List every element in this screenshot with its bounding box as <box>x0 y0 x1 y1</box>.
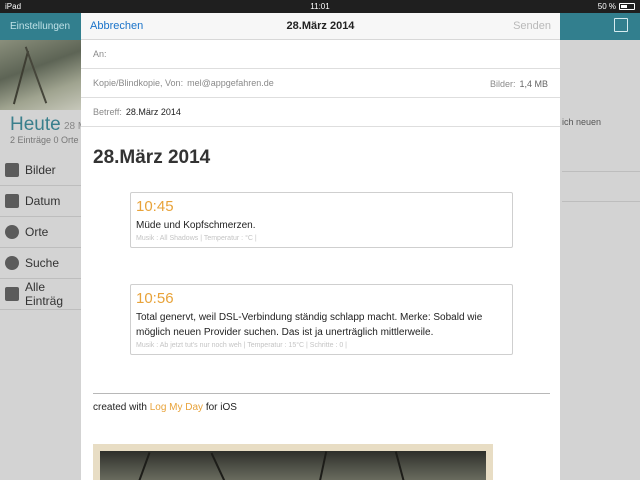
compose-icon <box>614 18 628 32</box>
entry-text: Müde und Kopfschmerzen. <box>136 220 256 231</box>
background-nav: Bilder Datum Orte Suche Alle Einträg <box>0 155 82 310</box>
diary-entry: 10:45 Müde und Kopfschmerzen. Musik : Al… <box>130 192 513 248</box>
cc-value: mel@appgefahren.de <box>187 78 274 88</box>
pin-icon <box>5 225 19 239</box>
cc-label: Kopie/Blindkopie, Von: <box>93 78 184 88</box>
mail-compose-sheet: Abbrechen 28.März 2014 Senden An: Kopie/… <box>81 13 560 480</box>
credit-line: created with Log My Day for iOS <box>93 402 237 413</box>
settings-back-button: Einstellungen <box>10 21 71 32</box>
nav-label: Orte <box>25 225 49 239</box>
battery-icon <box>619 3 635 10</box>
images-label: Bilder: <box>489 79 516 89</box>
nav-label: Suche <box>25 256 60 270</box>
calendar-icon <box>5 194 19 208</box>
entry-text: Total genervt, weil DSL-Verbindung ständ… <box>136 312 483 338</box>
photo-detail <box>131 452 151 480</box>
subject-value: 28.März 2014 <box>125 107 181 117</box>
send-button[interactable]: Senden <box>513 20 551 32</box>
compose-title: 28.März 2014 <box>286 20 355 32</box>
clock: 11:01 <box>310 2 330 11</box>
entry-time: 10:45 <box>136 198 174 215</box>
cc-from-field[interactable]: Kopie/Blindkopie, Von: mel@appgefahren.d… <box>81 69 560 98</box>
nav-label: Datum <box>25 194 61 208</box>
images-value: 1,4 MB <box>519 79 548 89</box>
entry-meta: Musik : All Shadows | Temperatur : °C | <box>136 235 257 242</box>
nav-item-orte: Orte <box>0 217 82 248</box>
subject-label: Betreff: <box>93 107 122 117</box>
today-title: Heute <box>10 114 61 135</box>
subject-field[interactable]: Betreff: 28.März 2014 <box>81 98 560 127</box>
background-right-text: ich neuen <box>562 117 602 127</box>
credit-prefix: created with <box>93 402 147 413</box>
attached-photo <box>93 444 493 480</box>
credit-suffix: for iOS <box>205 402 237 413</box>
photo-image <box>100 451 486 480</box>
message-heading: 28.März 2014 <box>93 147 211 168</box>
image-size[interactable]: Bilder: 1,4 MB <box>490 79 548 89</box>
nav-item-alle: Alle Einträg <box>0 279 82 310</box>
camera-icon <box>5 163 19 177</box>
nav-item-suche: Suche <box>0 248 82 279</box>
message-body[interactable]: 28.März 2014 10:45 Müde und Kopfschmerze… <box>81 147 560 355</box>
nav-item-datum: Datum <box>0 186 82 217</box>
chat-icon <box>5 287 19 301</box>
search-icon <box>5 256 19 270</box>
photo-detail <box>394 451 408 480</box>
nav-label: Bilder <box>25 163 56 177</box>
photo-detail <box>210 452 232 480</box>
diary-entry: 10:56 Total genervt, weil DSL-Verbindung… <box>130 284 513 355</box>
nav-label: Alle Einträg <box>25 280 64 308</box>
log-my-day-link[interactable]: Log My Day <box>150 402 203 413</box>
to-field[interactable]: An: <box>81 40 560 69</box>
entry-time: 10:56 <box>136 290 174 307</box>
status-bar: iPad 11:01 50 % <box>0 0 640 13</box>
background-divider <box>562 171 640 172</box>
to-label: An: <box>93 49 107 59</box>
photo-detail <box>314 451 328 480</box>
compose-navbar: Abbrechen 28.März 2014 Senden <box>81 13 560 40</box>
background-photo <box>0 40 82 110</box>
entry-meta: Musik : Ab jetzt tut's nur noch weh | Te… <box>136 342 347 349</box>
background-divider <box>562 201 640 202</box>
nav-item-bilder: Bilder <box>0 155 82 186</box>
entries-count: 2 Einträge 0 Orte <box>10 135 79 145</box>
content-divider <box>93 393 550 394</box>
